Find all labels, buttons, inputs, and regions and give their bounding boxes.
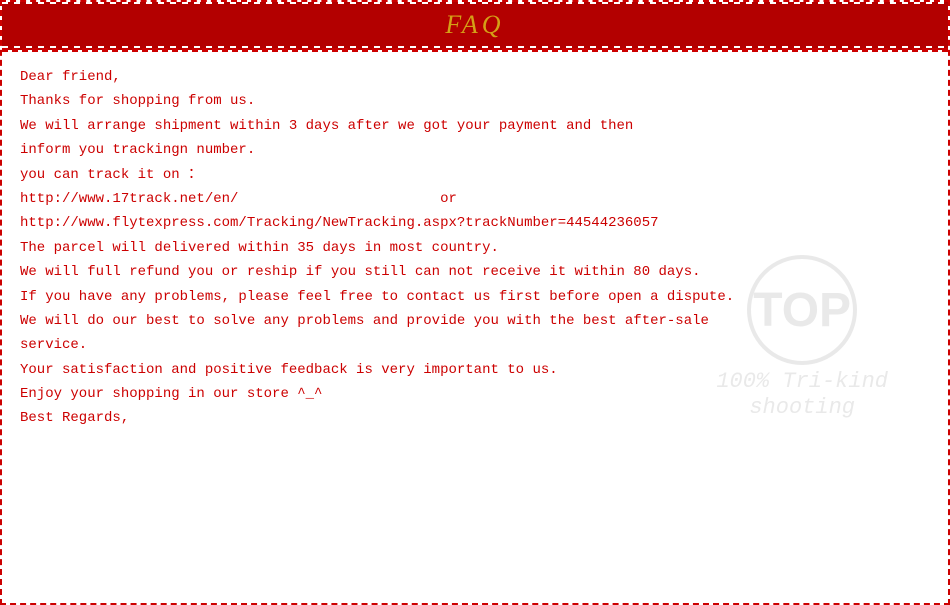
faq-title: FAQ — [445, 10, 504, 39]
line-15: Best Regards, — [20, 407, 930, 429]
line-12: service. — [20, 334, 930, 356]
line-13: Your satisfaction and positive feedback … — [20, 359, 930, 381]
line-14: Enjoy your shopping in our store ^_^ — [20, 383, 930, 405]
line-3: We will arrange shipment within 3 days a… — [20, 115, 930, 137]
header-bar: FAQ — [2, 2, 948, 50]
line-9: We will full refund you or reship if you… — [20, 261, 930, 283]
line-6: http://www.17track.net/en/ or — [20, 188, 930, 210]
line-11: We will do our best to solve any problem… — [20, 310, 930, 332]
line-7: http://www.flytexpress.com/Tracking/NewT… — [20, 212, 930, 234]
line-1: Dear friend, — [20, 66, 930, 88]
content-area: Dear friend, Thanks for shopping from us… — [2, 52, 948, 442]
line-10: If you have any problems, please feel fr… — [20, 286, 930, 308]
line-8: The parcel will delivered within 35 days… — [20, 237, 930, 259]
line-2: Thanks for shopping from us. — [20, 90, 930, 112]
page-container: FAQ Dear friend, Thanks for shopping fro… — [0, 0, 950, 605]
line-5: you can track it on ： — [20, 164, 930, 186]
line-4: inform you trackingn number. — [20, 139, 930, 161]
